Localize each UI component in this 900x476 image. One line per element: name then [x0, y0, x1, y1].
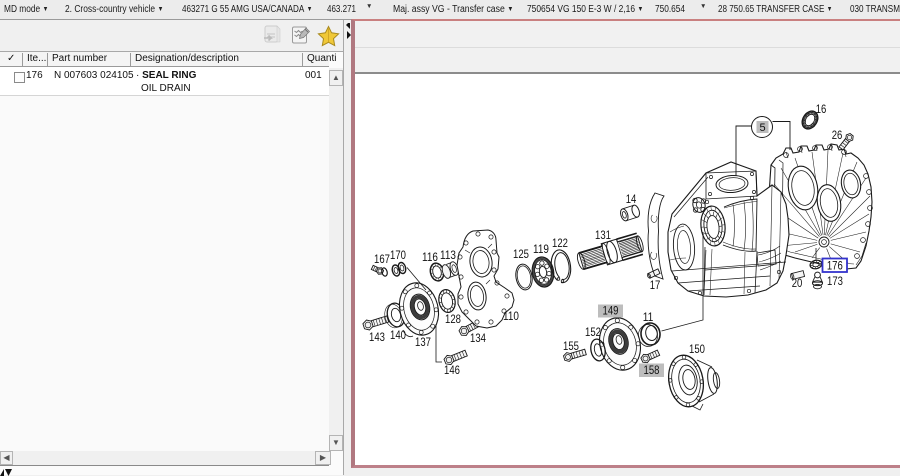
- svg-text:143: 143: [369, 332, 385, 344]
- svg-text:122: 122: [552, 238, 568, 250]
- svg-text:5: 5: [759, 122, 765, 134]
- svg-text:11: 11: [643, 312, 654, 324]
- svg-text:146: 146: [444, 365, 460, 377]
- svg-text:14: 14: [626, 194, 637, 206]
- svg-text:134: 134: [470, 333, 486, 345]
- svg-text:173: 173: [827, 276, 843, 288]
- svg-text:20: 20: [792, 278, 803, 290]
- svg-text:128: 128: [445, 314, 461, 326]
- svg-text:149: 149: [603, 306, 619, 318]
- svg-text:158: 158: [644, 365, 660, 377]
- svg-text:170: 170: [390, 250, 406, 262]
- svg-text:116: 116: [422, 252, 438, 264]
- svg-text:113: 113: [440, 250, 456, 262]
- svg-text:167: 167: [374, 254, 390, 266]
- svg-text:26: 26: [832, 130, 843, 142]
- svg-text:137: 137: [415, 337, 431, 349]
- svg-text:16: 16: [816, 104, 827, 116]
- svg-text:110: 110: [503, 311, 519, 323]
- svg-text:131: 131: [595, 230, 611, 242]
- svg-text:17: 17: [650, 280, 661, 292]
- svg-text:150: 150: [689, 344, 705, 356]
- svg-text:152: 152: [585, 327, 601, 339]
- svg-text:119: 119: [533, 244, 549, 256]
- svg-text:155: 155: [563, 341, 579, 353]
- svg-text:176: 176: [827, 261, 843, 273]
- svg-text:125: 125: [513, 249, 529, 261]
- svg-text:140: 140: [390, 330, 406, 342]
